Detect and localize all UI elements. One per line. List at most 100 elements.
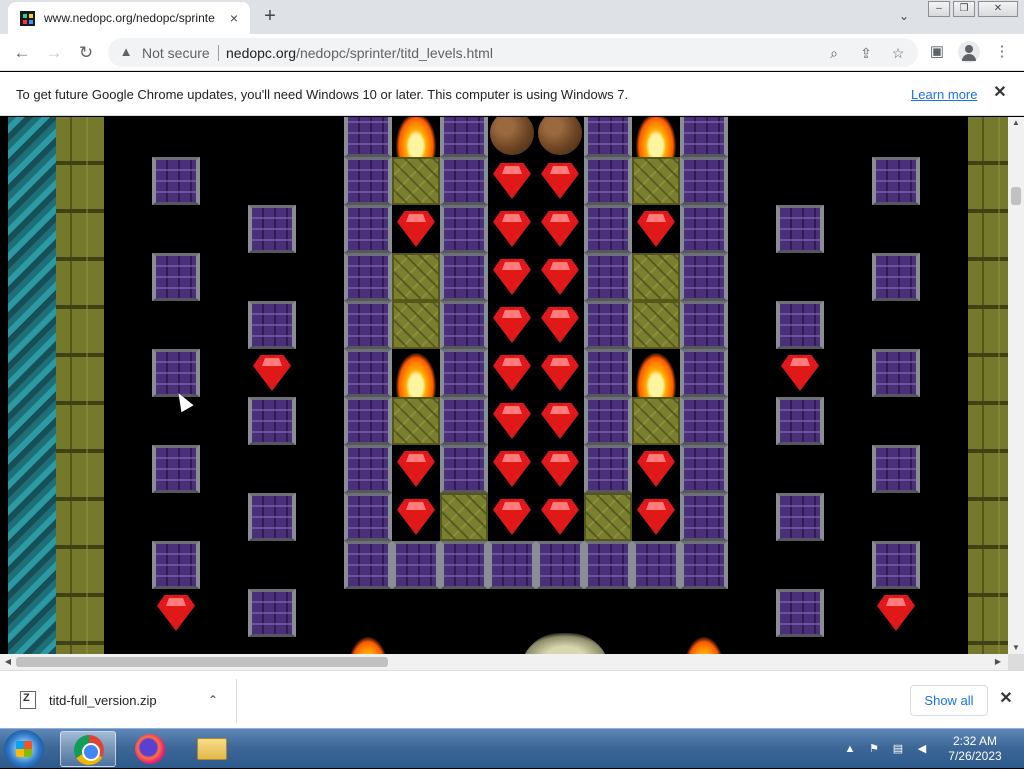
level-pillar-tile <box>776 205 824 253</box>
level-block-tile <box>392 157 440 205</box>
level-pillar-tile <box>680 253 728 301</box>
reload-icon[interactable]: ↻ <box>75 42 97 64</box>
vertical-scrollbar[interactable]: ▲ ▼ <box>1008 117 1024 654</box>
tab-close-icon[interactable]: × <box>224 8 244 28</box>
level-pillar-tile <box>680 541 728 589</box>
level-fire-tile <box>344 633 392 654</box>
level-gem-tile <box>392 445 440 493</box>
level-pillar-tile <box>680 349 728 397</box>
menu-icon[interactable]: ⋮ <box>991 41 1013 63</box>
level-pillar-tile <box>680 493 728 541</box>
level-pillar-tile <box>248 397 296 445</box>
scrollbar-corner <box>1008 654 1024 670</box>
level-pillar-tile <box>440 205 488 253</box>
level-skull-tile <box>520 623 610 654</box>
level-pillar-tile <box>584 117 632 157</box>
level-pillar-tile <box>152 541 200 589</box>
level-pillar-tile <box>344 397 392 445</box>
vertical-scroll-thumb[interactable] <box>1011 187 1021 205</box>
level-gem-tile <box>536 157 584 205</box>
zoom-search-icon[interactable]: ⌕ <box>824 43 844 63</box>
taskbar-clock[interactable]: 2:32 AM 7/26/2023 <box>940 734 1010 764</box>
level-block-tile <box>584 493 632 541</box>
back-icon[interactable]: ← <box>11 42 33 64</box>
game-level-view <box>8 117 1008 654</box>
level-gem-tile <box>392 493 440 541</box>
level-pillar-tile <box>440 157 488 205</box>
horizontal-scrollbar[interactable]: ◀ ▶ <box>0 654 1008 670</box>
level-pillar-tile <box>680 397 728 445</box>
profile-avatar[interactable] <box>958 41 980 63</box>
scroll-down-icon[interactable]: ▼ <box>1008 642 1024 654</box>
level-gem-tile <box>248 349 296 397</box>
tab-title: www.nedopc.org/nedopc/sprinte <box>44 11 215 25</box>
forward-icon[interactable]: → <box>43 42 65 64</box>
level-pillar-tile <box>584 205 632 253</box>
show-all-button[interactable]: Show all <box>910 685 988 716</box>
minimize-button[interactable]: – <box>928 1 950 17</box>
chrome-icon <box>74 735 104 765</box>
level-pillar-tile <box>536 541 584 589</box>
download-shelf: titd-full_version.zip ⌃ Show all ✕ <box>0 670 1024 728</box>
network-icon[interactable]: ▤ <box>890 741 906 757</box>
warning-icon[interactable]: ▲ <box>118 44 134 60</box>
level-pillar-tile <box>872 541 920 589</box>
new-tab-button[interactable]: + <box>258 5 282 29</box>
taskbar-explorer[interactable] <box>184 731 240 767</box>
action-center-icon[interactable]: ⚑ <box>866 741 882 757</box>
scroll-up-icon[interactable]: ▲ <box>1008 117 1024 129</box>
level-pillar-tile <box>392 541 440 589</box>
level-boulder-tile <box>536 117 584 157</box>
download-item[interactable]: titd-full_version.zip ⌃ <box>0 679 237 723</box>
infobar-close-icon[interactable]: ✕ <box>990 83 1010 103</box>
level-pillar-tile <box>776 397 824 445</box>
stone-wall-right <box>968 117 1008 654</box>
level-gem-tile <box>776 349 824 397</box>
level-pillar-tile <box>584 253 632 301</box>
start-button[interactable] <box>4 730 44 768</box>
scroll-right-icon[interactable]: ▶ <box>992 654 1004 670</box>
level-gem-tile <box>872 589 920 637</box>
level-pillar-tile <box>152 253 200 301</box>
volume-muted-icon[interactable]: ◀ <box>914 741 930 757</box>
side-panel-icon[interactable]: ▣ <box>926 41 948 63</box>
level-fire-tile <box>632 349 680 397</box>
level-pillar-tile <box>152 157 200 205</box>
level-pillar-tile <box>680 205 728 253</box>
level-pillar-tile <box>680 157 728 205</box>
url-text[interactable]: nedopc.org/nedopc/sprinter/titd_levels.h… <box>226 45 493 61</box>
level-pillar-tile <box>680 117 728 157</box>
level-pillar-tile <box>776 301 824 349</box>
update-infobar: To get future Google Chrome updates, you… <box>0 72 1024 116</box>
taskbar-chrome[interactable] <box>60 731 116 767</box>
scroll-left-icon[interactable]: ◀ <box>2 654 14 670</box>
taskbar-firefox[interactable] <box>122 731 178 767</box>
level-pillar-tile <box>344 117 392 157</box>
horizontal-scroll-thumb[interactable] <box>16 657 388 667</box>
share-icon[interactable]: ⇪ <box>856 43 876 63</box>
tray-expand-icon[interactable]: ▲ <box>842 741 858 757</box>
window-close-button[interactable]: ✕ <box>978 1 1018 17</box>
bookmark-star-icon[interactable]: ☆ <box>888 43 908 63</box>
tab-search-icon[interactable]: ⌄ <box>894 6 914 26</box>
browser-tab[interactable]: www.nedopc.org/nedopc/sprinte × <box>8 2 250 34</box>
chevron-up-icon[interactable]: ⌃ <box>203 690 223 710</box>
level-gem-tile <box>536 445 584 493</box>
shelf-close-icon[interactable]: ✕ <box>996 689 1016 709</box>
level-pillar-tile <box>440 397 488 445</box>
level-pillar-tile <box>584 541 632 589</box>
restore-button[interactable]: ❐ <box>953 1 975 17</box>
zip-file-icon <box>20 691 36 709</box>
download-file-name[interactable]: titd-full_version.zip <box>49 693 157 708</box>
security-label[interactable]: Not secure <box>142 45 210 61</box>
level-pillar-tile <box>344 205 392 253</box>
infobar-message: To get future Google Chrome updates, you… <box>16 87 629 102</box>
learn-more-link[interactable]: Learn more <box>911 87 977 102</box>
level-block-tile <box>632 157 680 205</box>
level-pillar-tile <box>344 157 392 205</box>
address-bar[interactable]: ▲ Not secure nedopc.org/nedopc/sprinter/… <box>108 38 918 67</box>
level-pillar-tile <box>344 445 392 493</box>
level-pillar-tile <box>248 493 296 541</box>
level-gem-tile <box>536 253 584 301</box>
level-gem-tile <box>392 205 440 253</box>
